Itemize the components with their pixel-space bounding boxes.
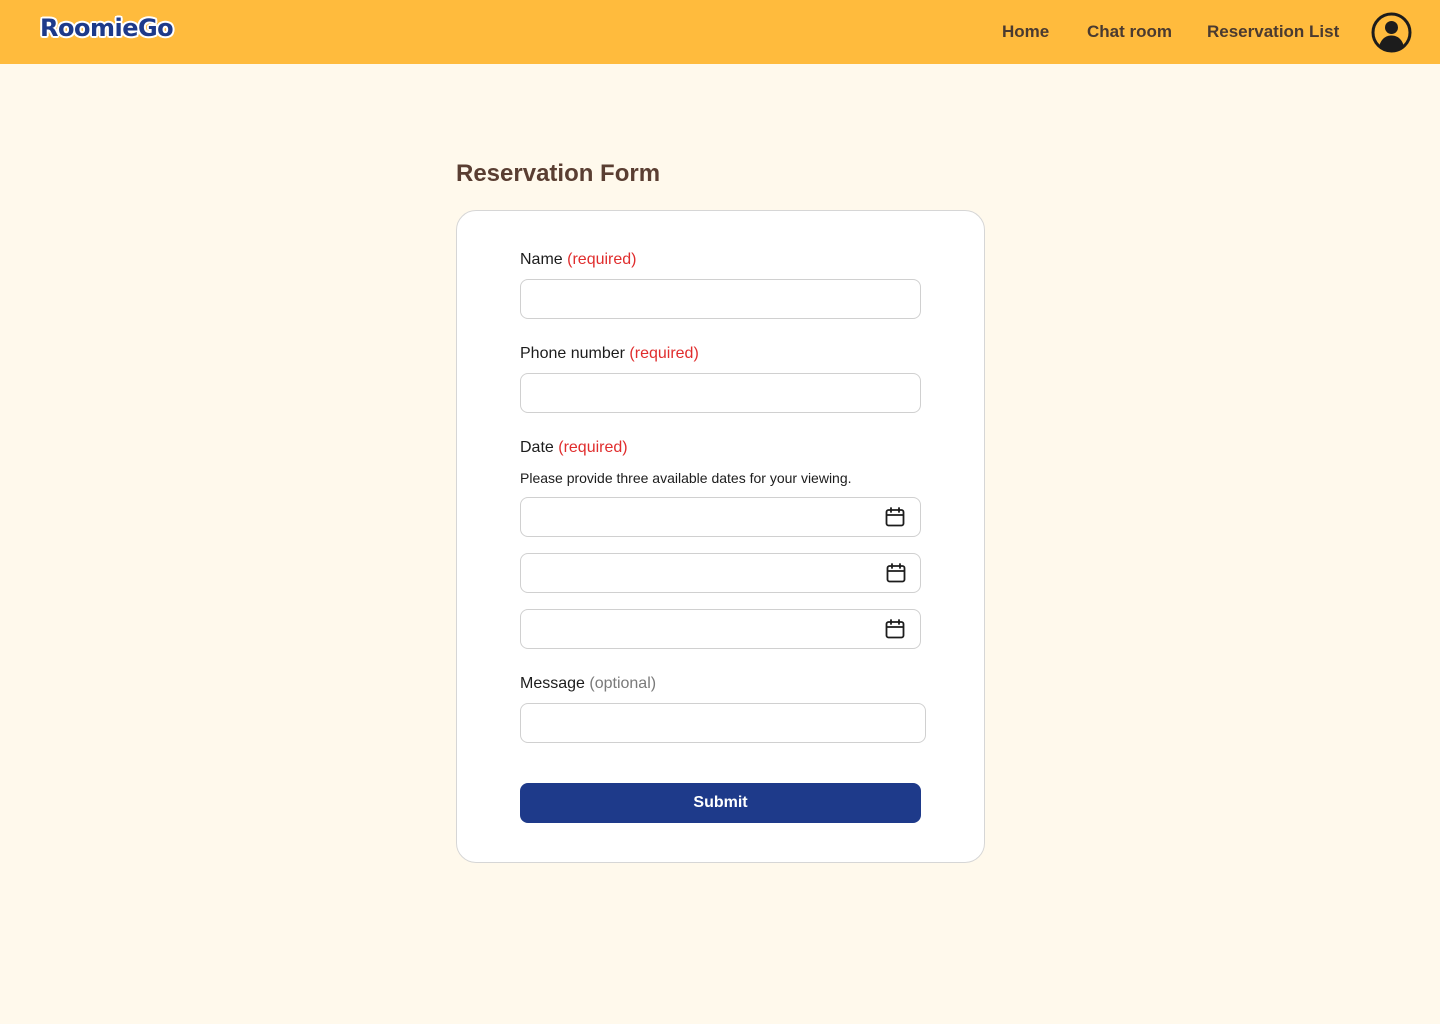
nav-chat-room-link[interactable]: Chat room xyxy=(1087,22,1172,42)
page-title: Reservation Form xyxy=(456,160,661,187)
name-label-text: Name xyxy=(520,251,563,268)
calendar-icon[interactable] xyxy=(884,618,906,640)
name-label: Name (required) xyxy=(520,251,637,269)
message-input[interactable] xyxy=(520,703,926,743)
date-label: Date (required) xyxy=(520,439,628,457)
phone-number-input[interactable] xyxy=(520,373,921,413)
name-required-tag: (required) xyxy=(567,251,637,268)
phone-required-tag: (required) xyxy=(629,345,699,362)
brand-logo[interactable]: RoomieGo xyxy=(40,14,174,42)
message-label-text: Message xyxy=(520,675,585,692)
calendar-icon[interactable] xyxy=(884,506,906,528)
phone-label: Phone number (required) xyxy=(520,345,699,363)
date-hint-text: Please provide three available dates for… xyxy=(520,470,852,486)
top-nav-bar: RoomieGo Home Chat room Reservation List xyxy=(0,0,1440,64)
message-optional-tag: (optional) xyxy=(589,675,657,692)
date-input-3[interactable] xyxy=(520,609,921,649)
date-label-text: Date xyxy=(520,439,554,456)
message-label: Message (optional) xyxy=(520,675,656,693)
date-input-2[interactable] xyxy=(520,553,921,593)
user-circle-icon[interactable] xyxy=(1371,12,1412,53)
calendar-icon[interactable] xyxy=(885,562,907,584)
phone-label-text: Phone number xyxy=(520,345,625,362)
name-input[interactable] xyxy=(520,279,921,319)
nav-reservation-list-link[interactable]: Reservation List xyxy=(1207,22,1339,42)
date-input-1[interactable] xyxy=(520,497,921,537)
submit-button[interactable]: Submit xyxy=(520,783,921,823)
date-required-tag: (required) xyxy=(558,439,628,456)
nav-home-link[interactable]: Home xyxy=(1002,22,1049,42)
